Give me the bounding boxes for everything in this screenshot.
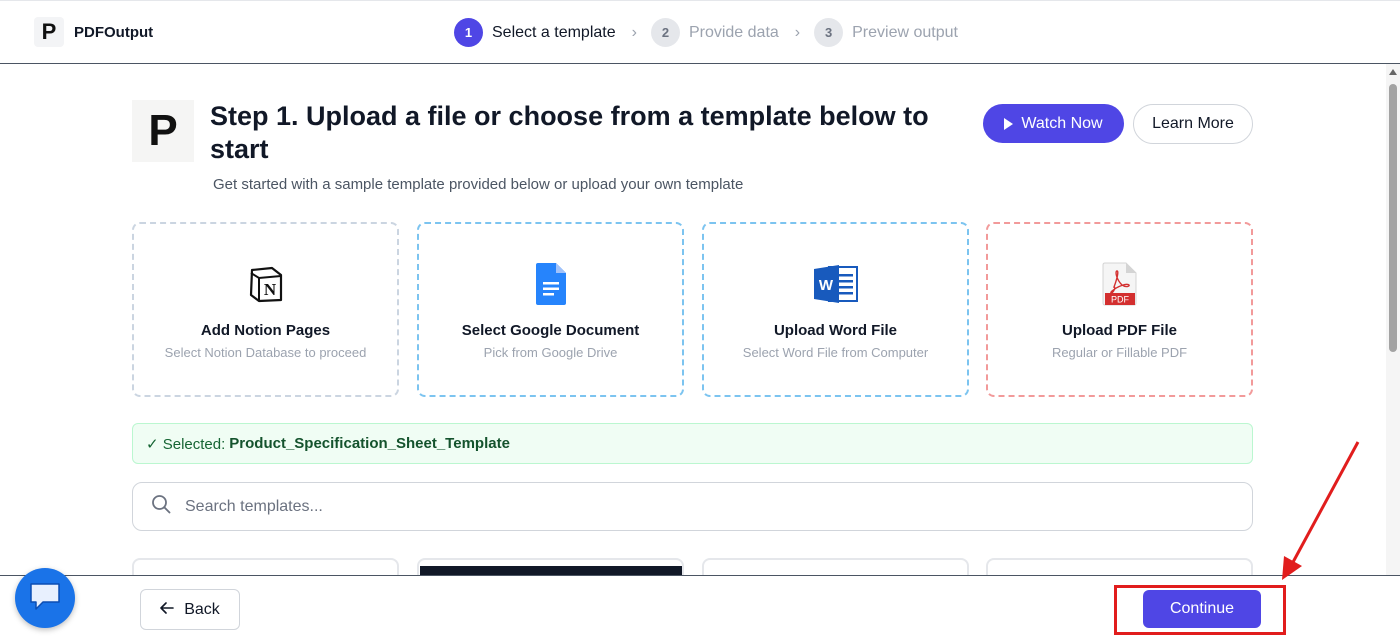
notion-icon: N — [248, 262, 284, 306]
selected-prefix: ✓ Selected: — [146, 435, 226, 453]
card-title: Select Google Document — [461, 322, 640, 339]
search-input[interactable] — [185, 497, 1185, 516]
watch-now-label: Watch Now — [1021, 114, 1103, 132]
svg-text:PDF: PDF — [1111, 295, 1130, 305]
watch-now-button[interactable]: Watch Now — [983, 104, 1124, 143]
annotation-arrow-icon — [1282, 441, 1360, 580]
card-title: Upload PDF File — [1061, 322, 1177, 339]
step-1[interactable]: 1 Select a template — [454, 18, 616, 47]
svg-text:N: N — [263, 280, 276, 299]
stepper: 1 Select a template › 2 Provide data › 3… — [454, 18, 958, 47]
step-number: 1 — [454, 18, 483, 47]
top-bar: P PDFOutput 1 Select a template › 2 Prov… — [0, 0, 1400, 64]
step-label: Preview output — [852, 23, 958, 41]
card-title: Upload Word File — [773, 322, 898, 339]
search-icon — [151, 494, 171, 519]
chat-widget-button[interactable] — [15, 568, 75, 628]
svg-text:W: W — [818, 277, 833, 294]
chat-icon — [28, 581, 62, 616]
back-button[interactable]: Back — [140, 589, 240, 630]
scroll-thumb[interactable] — [1389, 84, 1397, 352]
hero-logo: P — [132, 100, 194, 162]
brand[interactable]: P PDFOutput — [34, 17, 153, 47]
arrow-left-icon — [160, 601, 175, 619]
step-3[interactable]: 3 Preview output — [814, 18, 958, 47]
chevron-right-icon: › — [631, 23, 637, 41]
google-docs-icon — [535, 262, 567, 306]
card-upload-word-file[interactable]: W Upload Word File Select Word File from… — [702, 222, 969, 397]
brand-logo: P — [34, 17, 64, 47]
step-number: 2 — [650, 18, 680, 47]
page-title: Step 1. Upload a file or choose from a t… — [210, 101, 929, 164]
card-subtitle: Pick from Google Drive — [483, 345, 618, 360]
vertical-scrollbar[interactable] — [1386, 64, 1400, 576]
step-2[interactable]: 2 Provide data — [650, 18, 779, 47]
annotation-highlight-box — [1114, 585, 1286, 635]
back-label: Back — [184, 600, 220, 618]
step-number: 3 — [814, 18, 844, 47]
card-upload-pdf-file[interactable]: PDF Upload PDF File Regular or Fillable … — [986, 222, 1253, 397]
page-subtitle: Get started with a sample template provi… — [213, 176, 744, 193]
chevron-right-icon: › — [794, 23, 801, 41]
card-subtitle: Select Word File from Computer — [742, 345, 929, 360]
learn-more-button[interactable]: Learn More — [1133, 104, 1253, 144]
card-select-google-document[interactable]: Select Google Document Pick from Google … — [417, 222, 684, 397]
word-icon: W — [813, 262, 859, 306]
step-label: Select a template — [492, 23, 616, 41]
card-subtitle: Regular or Fillable PDF — [1051, 345, 1188, 360]
card-subtitle: Select Notion Database to proceed — [164, 345, 367, 360]
card-add-notion-pages[interactable]: N Add Notion Pages Select Notion Databas… — [132, 222, 399, 397]
selected-template-banner: ✓ Selected: Product_Specification_Sheet_… — [132, 423, 1253, 464]
brand-name: PDFOutput — [74, 23, 154, 41]
top-border — [0, 0, 1400, 1]
pdf-icon: PDF — [1102, 262, 1138, 306]
search-box[interactable] — [132, 482, 1253, 531]
step-label: Provide data — [688, 23, 779, 41]
selected-template-name: Product_Specification_Sheet_Template — [229, 435, 510, 452]
play-icon — [1004, 117, 1014, 130]
scroll-up-arrow-icon[interactable] — [1389, 69, 1397, 75]
card-title: Add Notion Pages — [200, 322, 331, 339]
